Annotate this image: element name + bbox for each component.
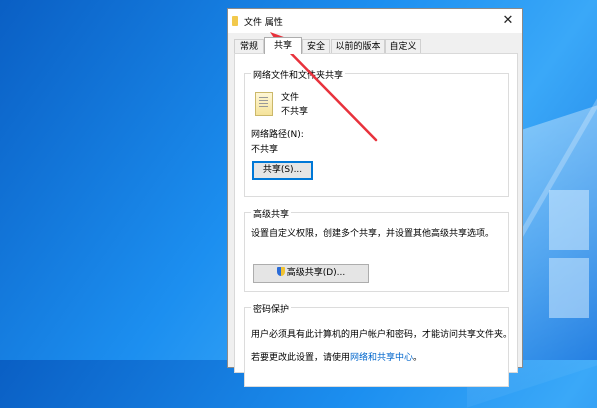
change-setting-text: 若要更改此设置，请使用 [251,353,351,363]
password-protection-description: 用户必须具有此计算机的用户帐户和密码，才能访问共享文件夹。 [251,330,513,340]
share-button[interactable]: 共享(S)... [252,161,313,180]
password-protection-title: 密码保护 [251,302,292,315]
advanced-sharing-description: 设置自定义权限，创建多个共享，并设置其他高级共享选项。 [251,229,495,239]
advanced-sharing-title: 高级共享 [251,207,292,220]
network-sharing-group: 网络文件和文件夹共享 文件 不共享 网络路径(N): 不共享 共享(S)... [244,68,509,197]
properties-dialog: 文件 属性 ✕ 常规 共享 安全 以前的版本 自定义 网络文件和文件夹共享 文件… [227,8,523,387]
dialog-title: 文件 属性 [244,18,283,28]
advanced-sharing-button-label: 高级共享(D)... [286,268,346,278]
network-path-label: 网络路径(N): [251,130,304,140]
item-name: 文件 [281,93,300,103]
item-share-status: 不共享 [281,107,309,117]
password-protection-group: 密码保护 用户必须具有此计算机的用户帐户和密码，才能访问共享文件夹。 若要更改此… [244,302,513,387]
tab-sharing[interactable]: 共享 [264,37,302,54]
advanced-sharing-group: 高级共享 设置自定义权限，创建多个共享，并设置其他高级共享选项。 高级共享(D)… [244,207,509,292]
folder-icon [232,16,238,26]
tab-previous-versions[interactable]: 以前的版本 [331,39,385,53]
file-icon [255,92,273,116]
advanced-sharing-button[interactable]: 高级共享(D)... [253,264,369,283]
sharing-tab-panel: 网络文件和文件夹共享 文件 不共享 网络路径(N): 不共享 共享(S)... … [234,53,518,387]
title-bar[interactable]: 文件 属性 ✕ [228,9,522,33]
tab-general[interactable]: 常规 [234,39,264,53]
uac-shield-icon [276,267,285,276]
windows-logo-pane [549,190,589,250]
close-button[interactable]: ✕ [496,11,520,31]
tab-customize[interactable]: 自定义 [385,39,421,53]
network-sharing-center-link[interactable]: 网络和共享中心 [350,353,413,363]
windows-logo-pane [549,258,589,318]
tab-security[interactable]: 安全 [302,39,330,53]
password-protection-change-line: 若要更改此设置，请使用网络和共享中心。 [251,350,422,363]
network-path-value: 不共享 [251,145,279,155]
sentence-period: 。 [413,353,423,363]
network-sharing-title: 网络文件和文件夹共享 [251,68,346,81]
